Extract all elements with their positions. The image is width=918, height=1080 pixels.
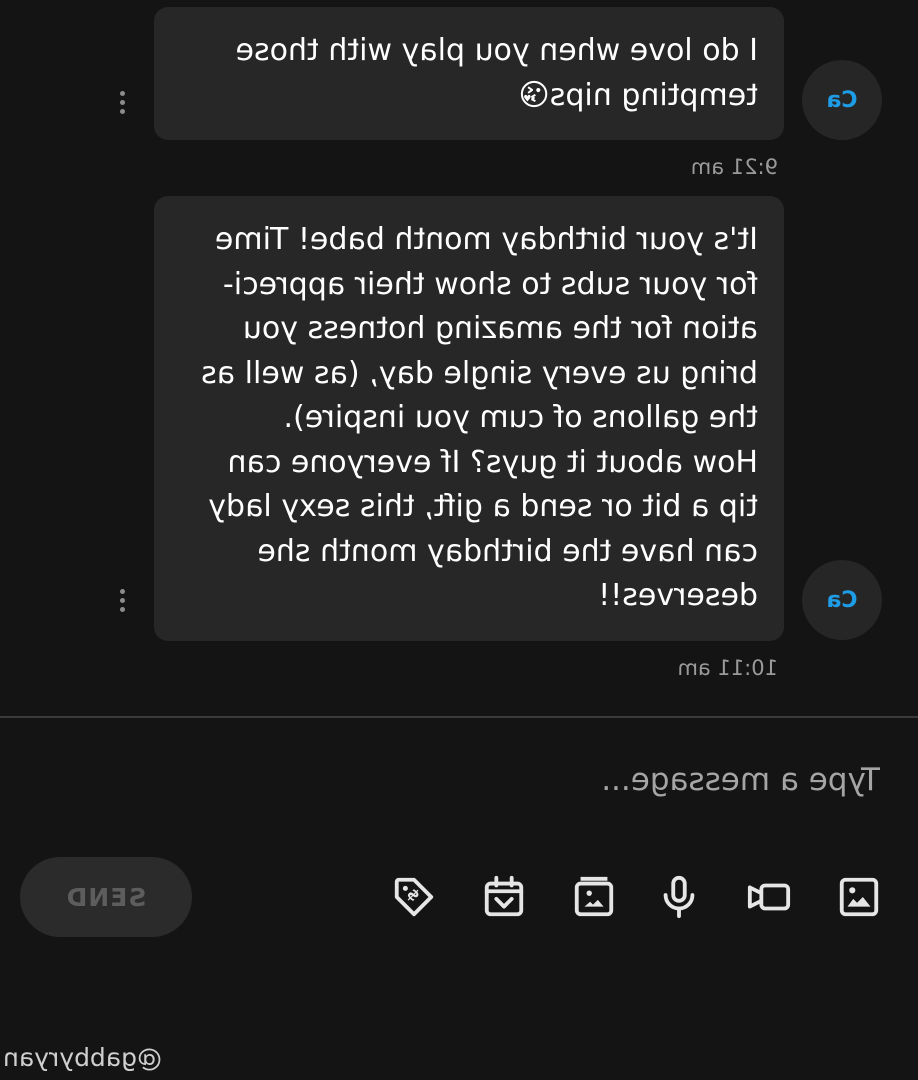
message-text: I do love when you play with those tempt… [235,33,758,113]
message-options-icon[interactable] [108,82,138,122]
message-text: It's your birthday month babe! Time for … [201,222,758,613]
avatar-initials: Ca [826,87,858,113]
video-icon[interactable] [744,872,794,922]
composer-divider [0,716,918,718]
sender-avatar[interactable]: Ca [802,60,882,140]
microphone-icon[interactable] [654,872,704,922]
message-bubble[interactable]: It's your birthday month babe! Time for … [154,196,784,641]
message-bubble[interactable]: I do love when you play with those tempt… [154,7,784,140]
sender-avatar[interactable]: Ca [802,560,882,640]
message-options-icon[interactable] [108,580,138,620]
image-icon[interactable] [834,872,884,922]
message-timestamp: 9:21 am [690,155,778,179]
message-timestamp: 10:11 am [677,656,778,680]
chat-screen: Ca I do love when you play with those te… [0,0,918,1080]
send-button[interactable]: SEND [20,857,192,937]
watermark: @gabbyryan [3,1043,162,1072]
avatar-initials: Ca [826,587,858,613]
calendar-icon[interactable] [479,872,529,922]
vault-icon[interactable] [569,872,619,922]
price-tag-icon[interactable]: $ [389,872,439,922]
message-input[interactable] [440,758,880,802]
